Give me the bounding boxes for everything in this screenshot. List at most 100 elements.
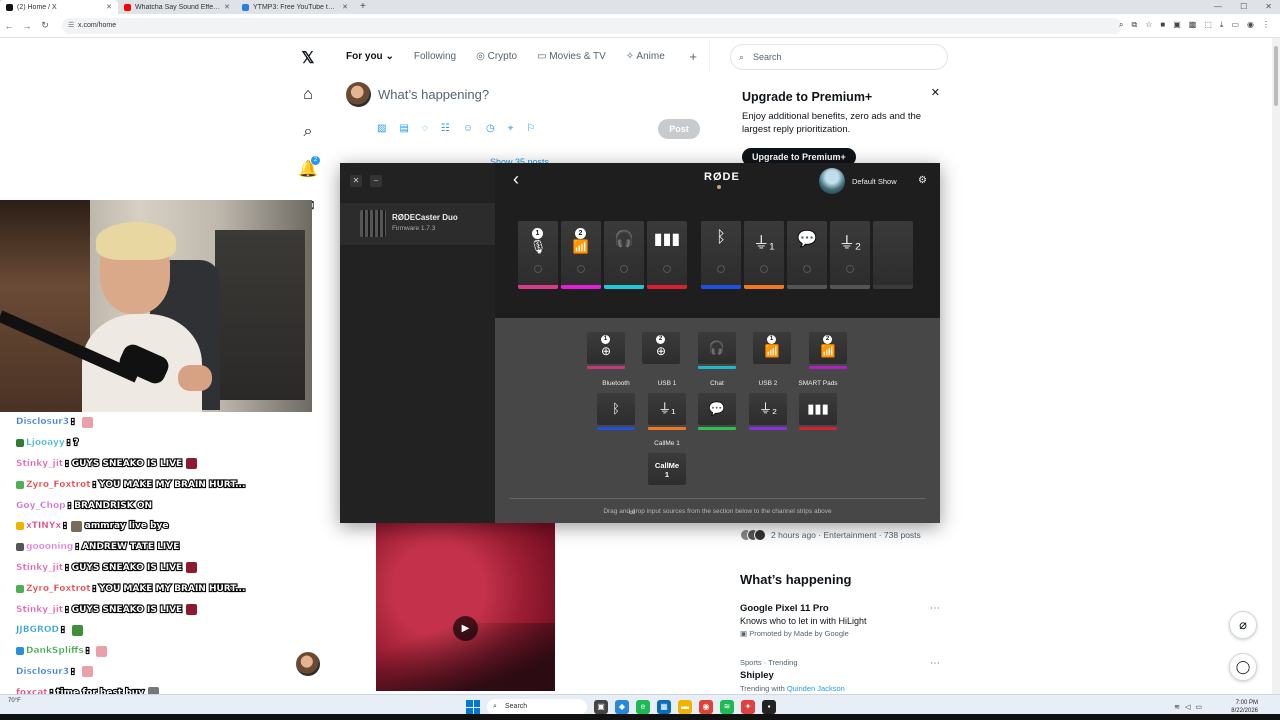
browser-tab[interactable]: YTMP3: Free YouTube to MP3 Converter ✕: [236, 0, 354, 14]
input-source[interactable]: 1 📶: [753, 332, 791, 369]
location-icon[interactable]: ⌖: [508, 123, 514, 134]
show-avatar[interactable]: [819, 168, 845, 194]
maximize-icon[interactable]: ☐: [1240, 2, 1247, 11]
channel-strip[interactable]: 💬: [787, 221, 827, 289]
scrollbar-thumb[interactable]: [1274, 46, 1278, 106]
back-chevron-icon[interactable]: ‹: [513, 169, 519, 190]
app-icon[interactable]: ▪: [762, 700, 776, 714]
input-source[interactable]: 🎧: [698, 332, 736, 369]
new-tab-icon[interactable]: +: [354, 0, 372, 14]
channel-strip[interactable]: ⏚₂: [830, 221, 870, 289]
explorer-icon[interactable]: ▬: [678, 700, 692, 714]
menu-icon[interactable]: ⋮: [1262, 20, 1270, 30]
tab-anime[interactable]: ✧ Anime: [626, 51, 665, 62]
trend-item[interactable]: Google Pixel 11 Pro Knows who to let in …: [740, 603, 940, 638]
taskbar-search[interactable]: ⌕ Search: [487, 699, 587, 715]
wifi-icon[interactable]: ≋: [1174, 703, 1180, 711]
channel-strip[interactable]: ▮▮▮: [647, 221, 687, 289]
site-info-icon[interactable]: ☰: [68, 18, 74, 34]
browser-tab[interactable]: (2) Home / X ✕: [0, 0, 118, 14]
close-icon[interactable]: ✕: [931, 86, 940, 99]
bookmark-star-icon[interactable]: ☆: [1145, 20, 1152, 30]
notifications-bell-icon[interactable]: 🔔 2: [294, 155, 322, 183]
close-tab-icon[interactable]: ✕: [106, 3, 112, 11]
input-source[interactable]: USB 2 ⏚₂: [749, 380, 787, 430]
input-source[interactable]: SMART Pads ▮▮▮: [798, 380, 838, 430]
poll-icon[interactable]: ☷: [441, 123, 450, 134]
close-icon[interactable]: ✕: [1265, 2, 1272, 11]
link-icon[interactable]: ∞: [629, 507, 635, 517]
task-view-icon[interactable]: ▣: [594, 700, 608, 714]
close-tab-icon[interactable]: ✕: [224, 3, 230, 11]
widgets-icon[interactable]: ◆: [615, 700, 629, 714]
input-source[interactable]: USB 1 ⏚₁: [648, 380, 686, 430]
input-source-tile[interactable]: 2 ⊕: [642, 332, 680, 364]
tab-movies-tv[interactable]: ▭ Movies & TV: [537, 51, 606, 62]
more-options-icon[interactable]: ⋯: [930, 603, 940, 614]
compose-input[interactable]: What’s happening?: [378, 87, 489, 102]
home-icon[interactable]: ⌂: [294, 81, 322, 109]
page-scrollbar[interactable]: [1272, 38, 1280, 694]
play-icon[interactable]: ▶: [453, 616, 478, 641]
messages-button[interactable]: ◯: [1229, 653, 1257, 681]
x-logo-icon[interactable]: 𝕏: [294, 44, 322, 72]
input-source[interactable]: Chat 💬: [698, 380, 736, 430]
add-tab-icon[interactable]: +: [689, 49, 697, 64]
gear-icon[interactable]: ⚙: [918, 175, 927, 186]
input-source[interactable]: 1 ⊕: [587, 332, 625, 369]
channel-strip[interactable]: 1 🎙: [518, 221, 558, 289]
minimize-icon[interactable]: –: [370, 175, 382, 187]
post-button[interactable]: Post: [658, 119, 700, 139]
sidebar-icon[interactable]: ▭: [1231, 20, 1239, 30]
video-player[interactable]: ▶: [376, 523, 555, 691]
input-source-callme[interactable]: CallMe 1 CallMe 1: [648, 440, 686, 485]
input-source[interactable]: 2 📶: [809, 332, 847, 369]
tab-for-you[interactable]: For you ⌄: [346, 51, 394, 62]
callme-tile[interactable]: CallMe 1: [648, 453, 686, 485]
volume-icon[interactable]: ◁: [1185, 703, 1190, 711]
edge-icon[interactable]: e: [636, 700, 650, 714]
app-icon[interactable]: ✦: [741, 700, 755, 714]
input-source-tile[interactable]: 1 ⊕: [587, 332, 625, 364]
back-icon[interactable]: ←: [0, 21, 18, 31]
input-source-tile[interactable]: ⏚₁: [648, 393, 686, 425]
extension-icon[interactable]: ■: [1160, 20, 1165, 30]
clock[interactable]: 7:00 PM 8/22/2026: [1231, 699, 1258, 715]
avatar[interactable]: [346, 82, 371, 107]
gif-icon[interactable]: ▤: [399, 123, 408, 134]
channel-strip[interactable]: 🎧: [604, 221, 644, 289]
puzzle-icon[interactable]: ⬚: [1204, 20, 1212, 30]
channel-strip[interactable]: [873, 221, 913, 289]
battery-icon[interactable]: ▭: [1195, 703, 1202, 711]
channel-strip[interactable]: 2 📶: [561, 221, 601, 289]
input-source[interactable]: 2 ⊕: [642, 332, 680, 369]
trend-item[interactable]: Sports · Trending Shipley Trending with …: [740, 658, 940, 693]
extension-icon[interactable]: ▣: [1173, 20, 1181, 30]
install-icon[interactable]: ⧉: [1131, 20, 1137, 30]
input-source-tile[interactable]: 🎧: [698, 332, 736, 364]
start-icon[interactable]: [466, 700, 480, 714]
flag-icon[interactable]: ⚐: [526, 123, 535, 134]
extension-icon[interactable]: ▩: [1189, 20, 1197, 30]
store-icon[interactable]: ▦: [657, 700, 671, 714]
channel-strip[interactable]: ⏚₁: [744, 221, 784, 289]
input-source-tile[interactable]: ᛒ: [597, 393, 635, 425]
explore-search-icon[interactable]: ⌕: [294, 118, 322, 146]
search-input[interactable]: ⌕ Search: [730, 44, 948, 70]
url-field[interactable]: ☰ x.com/home: [62, 18, 1122, 34]
chrome-icon[interactable]: ◉: [699, 700, 713, 714]
input-source-tile[interactable]: 2 📶: [809, 332, 847, 364]
spotify-icon[interactable]: ≋: [720, 700, 734, 714]
channel-strip[interactable]: ᛒ: [701, 221, 741, 289]
profile-icon[interactable]: ◉: [1247, 20, 1254, 30]
schedule-icon[interactable]: ◷: [486, 123, 495, 134]
close-icon[interactable]: ✕: [350, 175, 362, 187]
grok-icon[interactable]: ◌: [422, 123, 428, 134]
image-icon[interactable]: ▨: [377, 123, 386, 134]
grok-button[interactable]: ⌀: [1229, 611, 1257, 639]
reload-icon[interactable]: ↻: [36, 20, 54, 31]
more-options-icon[interactable]: ⋯: [930, 658, 940, 669]
input-source-tile[interactable]: ▮▮▮: [799, 393, 837, 425]
input-source[interactable]: Bluetooth ᛒ: [597, 380, 635, 430]
tab-crypto[interactable]: ◎ Crypto: [476, 51, 517, 62]
